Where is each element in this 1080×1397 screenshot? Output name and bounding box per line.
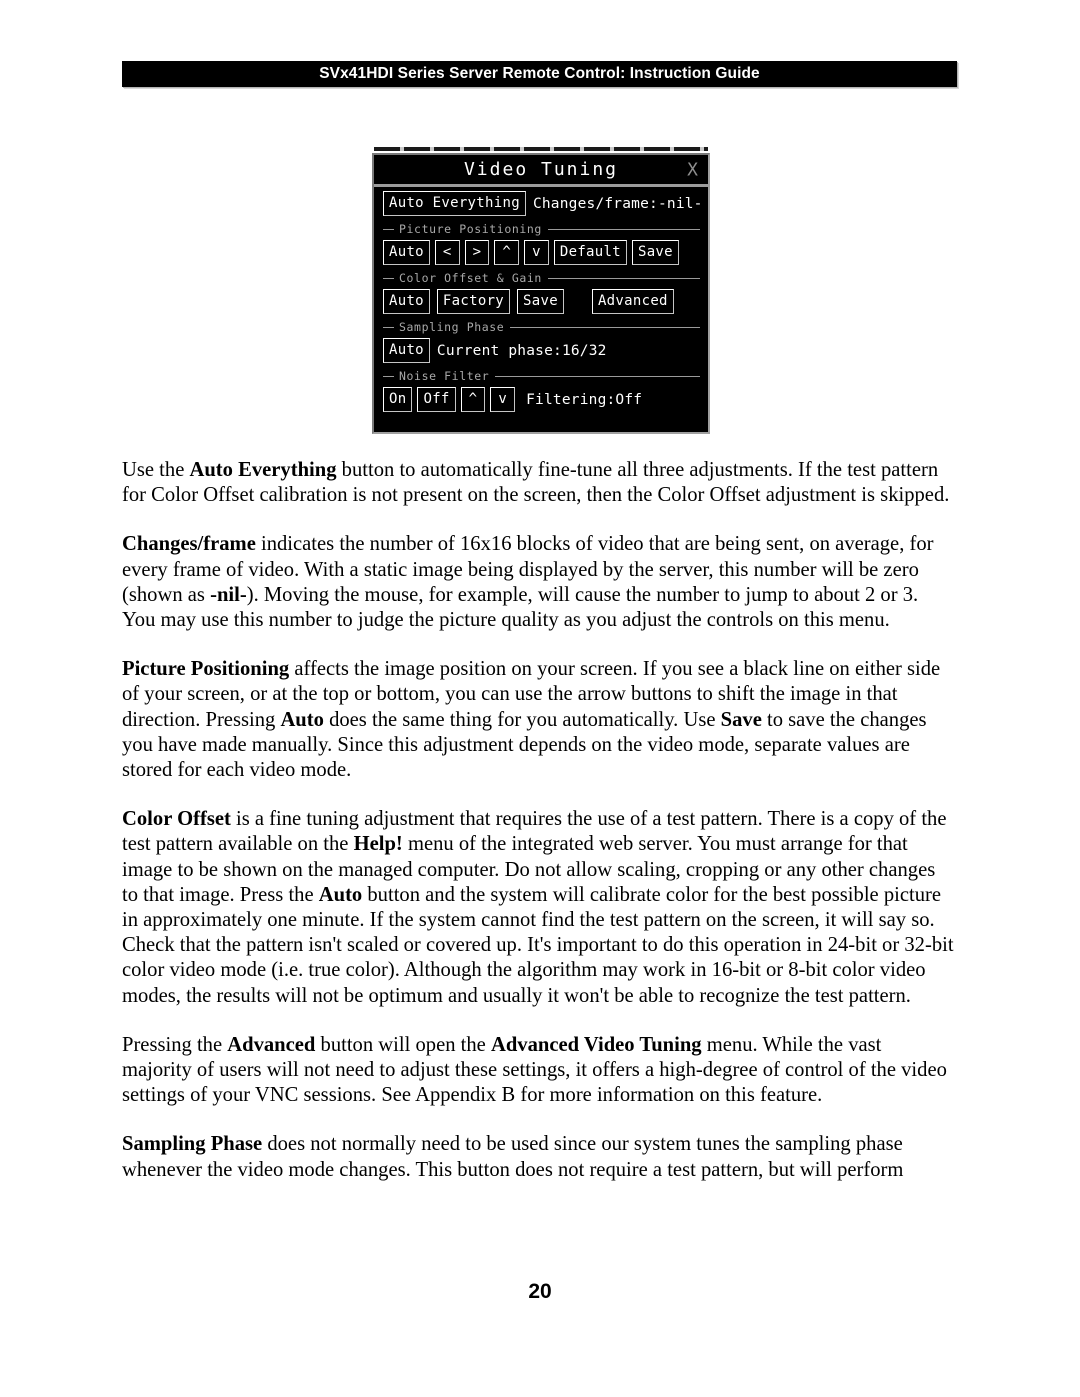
page-header-title: SVx41HDI Series Server Remote Control: I… bbox=[319, 65, 760, 82]
color-offset-advanced-button[interactable]: Advanced bbox=[591, 289, 674, 314]
paragraph-auto-everything: Use the Auto Everything button to automa… bbox=[122, 459, 950, 507]
group-caption-noise-filter: Noise Filter bbox=[399, 369, 490, 383]
noise-filter-on-button[interactable]: On bbox=[383, 387, 413, 412]
picture-positioning-right-arrow-icon[interactable]: > bbox=[464, 240, 490, 265]
changes-per-frame-status: Changes/frame:-nil- bbox=[532, 195, 703, 212]
paragraph-picture-positioning: Picture Positioning affects the image po… bbox=[122, 658, 941, 782]
dialog-title: Video Tuning bbox=[463, 159, 619, 180]
group-sampling-phase-header: Sampling Phase bbox=[374, 319, 708, 334]
picture-positioning-down-arrow-icon[interactable]: v bbox=[524, 240, 549, 265]
paragraph-advanced: Pressing the Advanced button will open t… bbox=[122, 1033, 947, 1107]
page-number: 20 bbox=[528, 1280, 552, 1303]
noise-filter-row: On Off ^ v Filtering:Off bbox=[374, 383, 708, 417]
filtering-status: Filtering:Off bbox=[526, 391, 643, 408]
paragraph-changes-frame: Changes/frame indicates the number of 16… bbox=[122, 533, 934, 632]
document-body: Use the Auto Everything button to automa… bbox=[122, 458, 954, 1183]
picture-positioning-default-button[interactable]: Default bbox=[553, 240, 627, 265]
group-rule bbox=[510, 326, 700, 328]
picture-positioning-left-arrow-icon[interactable]: < bbox=[434, 240, 460, 265]
group-picture-positioning-header: Picture Positioning bbox=[374, 221, 708, 236]
group-rule bbox=[495, 375, 700, 377]
noise-filter-up-arrow-icon[interactable]: ^ bbox=[460, 387, 486, 412]
dialog-titlebar: Video Tuning X bbox=[374, 155, 708, 187]
video-tuning-dialog-figure: Video Tuning X Auto Everything Changes/f… bbox=[372, 147, 710, 434]
color-offset-row: Auto Factory Save Advanced bbox=[374, 285, 708, 319]
noise-filter-down-arrow-icon[interactable]: v bbox=[490, 387, 516, 412]
paragraph-color-offset: Color Offset is a fine tuning adjustment… bbox=[122, 808, 954, 1007]
close-icon[interactable]: X bbox=[687, 159, 698, 180]
auto-everything-button[interactable]: Auto Everything bbox=[383, 191, 526, 216]
group-rule bbox=[547, 228, 700, 230]
color-offset-auto-button[interactable]: Auto bbox=[383, 289, 430, 314]
page-header-banner: SVx41HDI Series Server Remote Control: I… bbox=[122, 61, 957, 87]
group-caption-picture-positioning: Picture Positioning bbox=[399, 222, 542, 236]
paragraph-sampling-phase: Sampling Phase does not normally need to… bbox=[122, 1133, 904, 1181]
dialog-top-strip bbox=[374, 147, 708, 151]
noise-filter-off-button[interactable]: Off bbox=[417, 387, 456, 412]
color-offset-factory-button[interactable]: Factory bbox=[436, 289, 511, 314]
video-tuning-dialog: Video Tuning X Auto Everything Changes/f… bbox=[372, 153, 710, 434]
color-offset-save-button[interactable]: Save bbox=[517, 289, 564, 314]
group-caption-color-offset-gain: Color Offset & Gain bbox=[399, 271, 542, 285]
picture-positioning-auto-button[interactable]: Auto bbox=[383, 240, 430, 265]
sampling-phase-row: Auto Current phase:16/32 bbox=[374, 334, 708, 368]
picture-positioning-save-button[interactable]: Save bbox=[631, 240, 679, 265]
group-rule bbox=[547, 277, 700, 279]
group-dash bbox=[383, 375, 394, 377]
picture-positioning-up-arrow-icon[interactable]: ^ bbox=[494, 240, 520, 265]
group-color-offset-header: Color Offset & Gain bbox=[374, 270, 708, 285]
group-caption-sampling-phase: Sampling Phase bbox=[399, 320, 505, 334]
group-dash bbox=[383, 277, 394, 279]
group-noise-filter-header: Noise Filter bbox=[374, 368, 708, 383]
sampling-phase-auto-button[interactable]: Auto bbox=[383, 338, 430, 363]
current-phase-status: Current phase:16/32 bbox=[436, 342, 607, 359]
group-dash bbox=[383, 228, 394, 230]
auto-everything-row: Auto Everything Changes/frame:-nil- bbox=[374, 187, 708, 221]
group-dash bbox=[383, 326, 394, 328]
dialog-body: Auto Everything Changes/frame:-nil- Pict… bbox=[374, 187, 708, 417]
picture-positioning-row: Auto < > ^ v Default Save bbox=[374, 236, 708, 270]
